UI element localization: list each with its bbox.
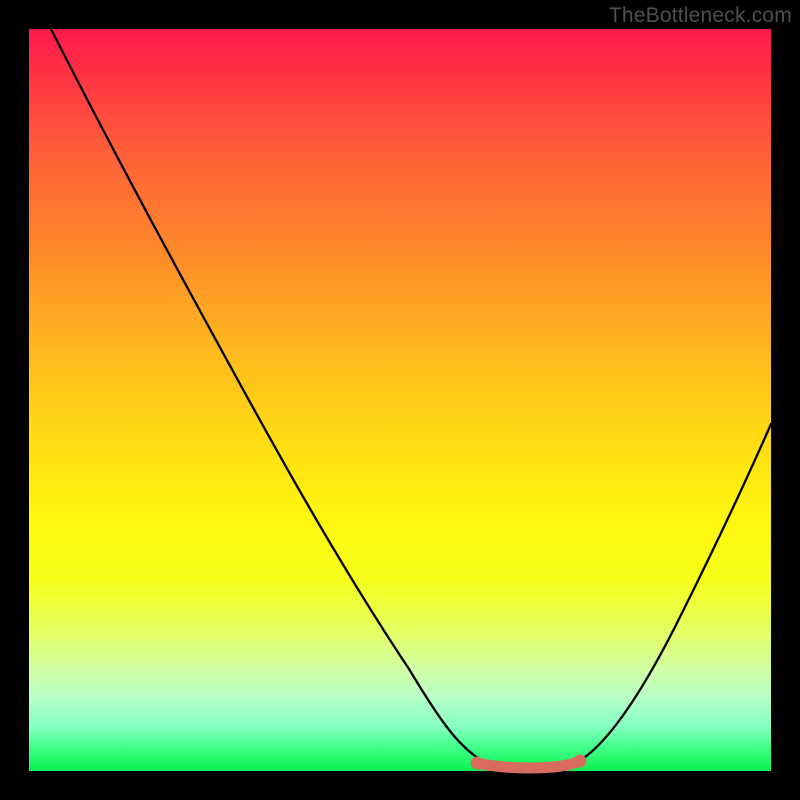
curve-layer: [29, 29, 771, 771]
sweet-spot-start-dot: [471, 757, 484, 770]
watermark-text: TheBottleneck.com: [609, 4, 792, 28]
bottleneck-curve: [51, 29, 771, 768]
sweet-spot-end-dot: [574, 755, 587, 768]
plot-area: [29, 29, 771, 771]
chart-frame: TheBottleneck.com: [0, 0, 800, 800]
sweet-spot-highlight: [477, 761, 580, 768]
